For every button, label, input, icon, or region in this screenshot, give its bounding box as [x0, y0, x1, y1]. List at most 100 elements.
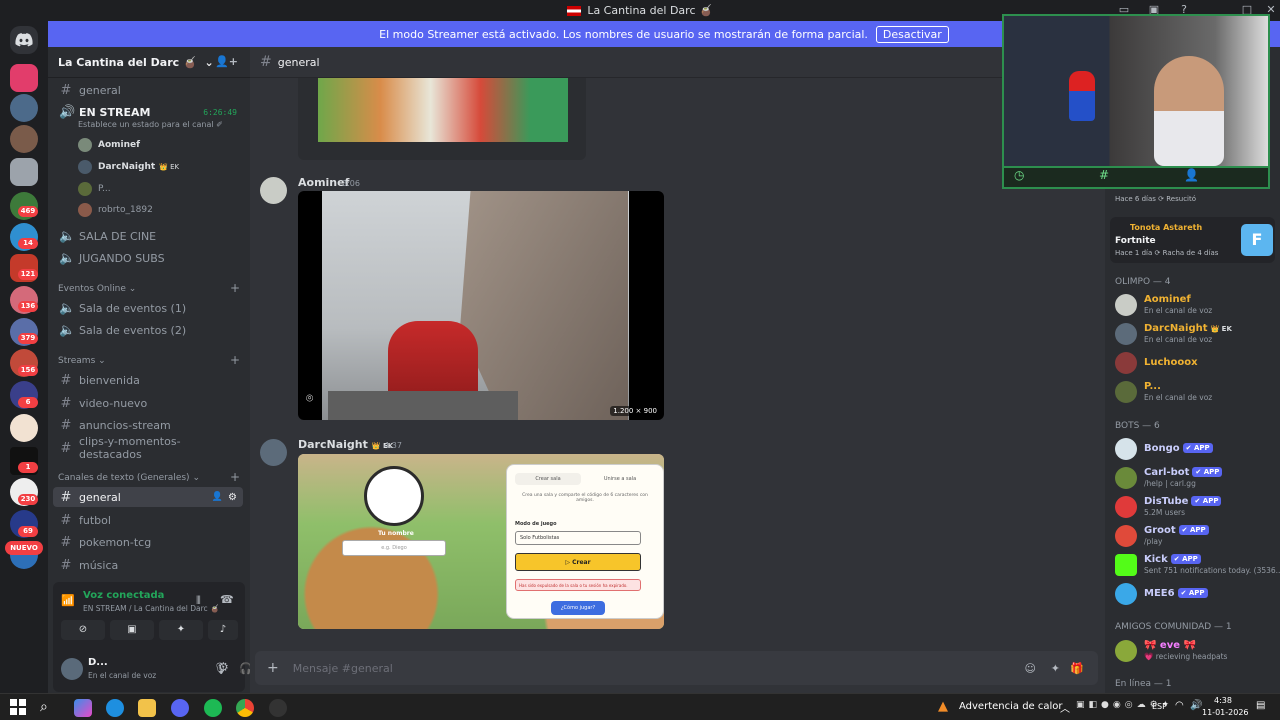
voice-user[interactable]: P... [78, 182, 111, 196]
tray-chevron-icon[interactable]: ︿ [1060, 700, 1070, 715]
member-p[interactable]: P... En el canal de voz [1115, 379, 1275, 405]
avatar [78, 138, 92, 152]
unread-badge: 230 [18, 494, 38, 505]
member-kick[interactable]: Kick ✔ APP Sent 751 notifications today. (… [1115, 552, 1280, 578]
voice-channel-subs[interactable]: 🔈 JUGANDO SUBS [53, 248, 243, 268]
settings-gear-icon[interactable]: ⚙ [218, 660, 229, 674]
member-bongo[interactable]: Bongo ✔ APP [1115, 436, 1275, 462]
clock-time[interactable]: 4:38 [1214, 696, 1232, 705]
disable-streamer-button[interactable]: Desactivar [875, 25, 949, 43]
add-channel-icon[interactable]: + [230, 281, 240, 295]
channel-status-hint[interactable]: Establece un estado para el canal ✐ [78, 120, 223, 129]
channel-general[interactable]: # general 👤 ⚙ [53, 487, 243, 507]
unread-badge: 469 [18, 206, 38, 217]
channel-futbol[interactable]: # futbol [53, 510, 243, 530]
clock-date[interactable]: 11-01-2026 [1202, 708, 1249, 717]
invite-icon[interactable]: 👤 [212, 492, 223, 502]
voice-user[interactable]: Aominef [78, 138, 140, 152]
channel-general-top[interactable]: # general [53, 80, 243, 100]
member-aominef[interactable]: Aominef En el canal de voz [1115, 292, 1275, 318]
camera-button[interactable]: ⊘ [61, 620, 105, 640]
server-icon[interactable] [10, 94, 38, 122]
member-darcnaight[interactable]: DarcNaight 👑 EK En el canal de voz [1115, 321, 1275, 347]
server-icon[interactable] [10, 125, 38, 153]
attachment-image-game[interactable]: e.g. Diego Tu nombre Crear sala Unirse a… [298, 454, 664, 629]
member-groot[interactable]: Groot ✔ APP/play [1115, 523, 1275, 549]
scan-icon[interactable]: ⌾ [306, 391, 313, 406]
activities-button[interactable]: ✦ [159, 620, 203, 640]
search-icon[interactable]: ⌕ [40, 699, 58, 717]
user-avatar[interactable] [61, 658, 83, 680]
avatar [1115, 438, 1137, 460]
voice-channel-cine[interactable]: 🔈 SALA DE CINE [53, 226, 243, 246]
channel-clips[interactable]: # clips-y-momentos-destacados [53, 435, 243, 461]
server-icon[interactable] [10, 158, 38, 186]
edge-icon[interactable] [106, 699, 124, 717]
message-avatar[interactable] [260, 177, 287, 204]
voice-user[interactable]: DarcNaight 👑 EK [78, 160, 179, 174]
member-eve[interactable]: 🎀 eve 🎀 💗 recieving headpats [1115, 638, 1275, 664]
voice-channel-en-stream[interactable]: 🔊 EN STREAM 6:26:49 [53, 102, 243, 122]
notification-icon[interactable]: ▤ [1256, 700, 1265, 711]
server-icon-k[interactable] [10, 64, 38, 92]
gear-icon[interactable]: ⚙ [228, 492, 237, 503]
add-attachment-icon[interactable]: + [267, 660, 279, 676]
member-luchooox[interactable]: Luchooox [1115, 350, 1275, 376]
soundboard-button[interactable]: ♪ [208, 620, 238, 640]
member-mee6[interactable]: MEE6 ✔ APP [1115, 581, 1275, 607]
channel-pokemon[interactable]: # pokemon-tcg [53, 532, 243, 552]
voice-user[interactable]: robrto_1892 [78, 203, 153, 217]
discord-icon[interactable] [171, 699, 189, 717]
waveform-icon[interactable]: ⦀ [196, 594, 201, 608]
category-eventos[interactable]: Eventos Online ⌄ [58, 284, 136, 294]
obs-icon[interactable] [269, 699, 287, 717]
server-header[interactable]: La Cantina del Darc 🧉 ⌄ 👤+ [48, 47, 250, 78]
fortnite-icon: F [1241, 224, 1273, 256]
avatar [1115, 294, 1137, 316]
attachment-image[interactable]: ⌾ 1.200 × 900 [298, 191, 664, 420]
add-channel-icon[interactable]: + [230, 470, 240, 484]
emoji-icon[interactable]: ☺ [1025, 662, 1036, 675]
member-distube[interactable]: DisTube ✔ APP 5.2M users [1115, 494, 1275, 520]
apps-icon[interactable]: ✦ [1051, 662, 1060, 675]
hash-icon: # [260, 54, 272, 70]
gift-icon[interactable]: 🎁 [1070, 662, 1084, 675]
new-badge: NUEVO [5, 541, 43, 555]
category-streams[interactable]: Streams ⌄ [58, 356, 106, 366]
message-avatar[interactable] [260, 439, 287, 466]
windows-taskbar: ⌕ ▲ Advertencia de calor ︿ ▣◧●◉◎☁⚙✦ ESP … [0, 693, 1280, 720]
category-texto[interactable]: Canales de texto (Generales) ⌄ [58, 473, 200, 483]
avatar [78, 203, 92, 217]
screen-share-button[interactable]: ▣ [110, 620, 154, 640]
disconnect-icon[interactable]: ☎ [220, 593, 234, 606]
activity-card[interactable]: Tonota Astareth Fortnite Hace 1 día ⟳ Ra… [1110, 217, 1275, 263]
add-channel-icon[interactable]: + [230, 353, 240, 367]
voice-channel-eventos-1[interactable]: 🔈 Sala de eventos (1) [53, 298, 243, 318]
windows-start-icon[interactable] [10, 699, 28, 717]
message-author[interactable]: DarcNaight 👑 EK [298, 438, 393, 451]
channel-video-nuevo[interactable]: # video-nuevo [53, 393, 243, 413]
widgets-icon[interactable] [74, 699, 92, 717]
channel-musica[interactable]: # música [53, 555, 243, 575]
message-composer[interactable]: + Mensaje #general ☺ ✦ 🎁 [255, 651, 1098, 685]
add-member-icon[interactable]: 👤+ [215, 55, 238, 68]
wifi-icon[interactable]: ◠ [1175, 700, 1184, 711]
voice-channel-eventos-2[interactable]: 🔈 Sala de eventos (2) [53, 320, 243, 340]
weather-text[interactable]: Advertencia de calor [959, 701, 1063, 712]
server-name: La Cantina del Darc 🧉 [58, 56, 197, 69]
language-indicator[interactable]: ESP [1152, 702, 1167, 711]
message-input[interactable]: Mensaje #general [293, 662, 393, 675]
chrome-icon[interactable] [236, 699, 254, 717]
speaker-icon: 🔈 [59, 300, 76, 316]
member-carl-bot[interactable]: Carl-bot ✔ APP/help | carl.gg [1115, 465, 1275, 491]
file-explorer-icon[interactable] [138, 699, 156, 717]
stream-timer: 6:26:49 [203, 107, 237, 117]
server-icon[interactable] [10, 414, 38, 442]
attachment-image-previous[interactable] [298, 78, 586, 160]
channel-bienvenida[interactable]: # bienvenida [53, 370, 243, 390]
channel-anuncios[interactable]: # anuncios-stream [53, 415, 243, 435]
window-title: La Cantina del Darc 🧉 [587, 4, 713, 17]
discord-home-icon[interactable] [10, 26, 38, 54]
spotify-icon[interactable] [204, 699, 222, 717]
volume-icon[interactable]: 🔊 [1190, 700, 1202, 711]
